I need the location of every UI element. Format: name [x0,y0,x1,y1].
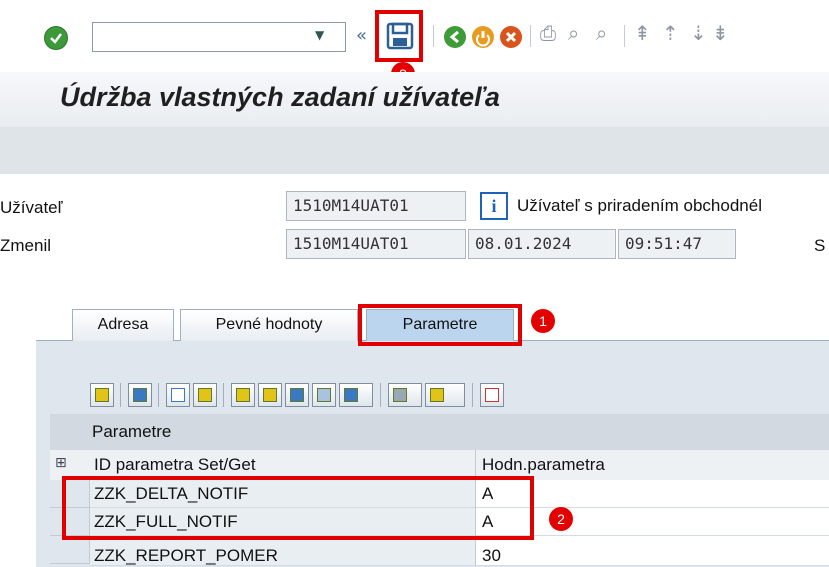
toolbar-separator [120,383,121,407]
layout-icon[interactable] [425,383,465,407]
param-value-cell[interactable]: 30 [482,546,501,566]
find-icon[interactable] [285,383,309,407]
toolbar-separator [380,383,381,407]
first-page-icon[interactable]: ⇞ [634,21,651,45]
changed-by-label: Zmenil [0,236,52,255]
copy-icon[interactable] [166,383,190,407]
step-badge-2: 2 [549,507,573,531]
page-title: Údržba vlastných zadaní užívateľa [60,82,500,112]
select-all-icon[interactable]: ⊞ [55,455,67,471]
refresh-icon[interactable] [128,383,152,407]
paste-icon[interactable] [193,383,217,407]
find-next-icon[interactable]: ⌕ [596,21,607,45]
last-page-icon[interactable]: ⇟ [712,21,729,45]
user-description: Užívateľ s priradením obchodnél [517,196,762,215]
delete-row-icon[interactable] [480,383,504,407]
user-field[interactable]: 1510M14UAT01 [286,191,466,221]
history-chevron-icon[interactable]: « [356,25,367,46]
print-icon[interactable]: ⎙ [540,21,556,45]
exit-icon[interactable] [472,26,494,48]
back-icon[interactable] [444,26,466,48]
toolbar-separator [472,383,473,407]
tab-adresa[interactable]: Adresa [72,309,174,341]
toolbar-separator [158,383,159,407]
row-selector[interactable] [50,536,90,564]
column-header-value[interactable]: Hodn.parametra [482,455,605,475]
cancel-icon[interactable] [500,26,522,48]
filter-icon[interactable] [339,383,373,407]
sort-descending-icon[interactable] [258,383,282,407]
step-badge-1: 1 [531,309,555,333]
toolbar-separator [433,25,434,47]
dropdown-arrow-icon[interactable]: ▼ [315,28,335,46]
info-icon[interactable]: i [480,192,508,220]
details-icon[interactable] [90,383,114,407]
table-row[interactable] [476,536,829,566]
grid-title: Parametre [92,422,172,441]
application-toolbar [0,127,829,174]
command-field[interactable] [92,22,346,52]
sort-ascending-icon[interactable] [231,383,255,407]
rows-highlight-box [62,476,534,540]
find-next-icon[interactable] [312,383,336,407]
toolbar-separator [624,25,625,47]
find-icon[interactable]: ⌕ [568,21,579,45]
param-id-cell[interactable]: ZZK_REPORT_POMER [94,546,278,566]
column-header-id[interactable]: ID parametra Set/Get [94,455,256,475]
previous-page-icon[interactable]: ⇡ [662,21,679,45]
grid-title-bar: Parametre [50,414,829,450]
next-page-icon[interactable]: ⇣ [690,21,707,45]
toolbar-separator [223,383,224,407]
status-label: S [814,236,826,255]
changed-by-field[interactable]: 1510M14UAT01 [286,229,466,259]
tab-pevne-hodnoty[interactable]: Pevné hodnoty [180,309,358,341]
print-icon[interactable] [388,383,422,407]
changed-time-field[interactable]: 09:51:47 [618,229,736,259]
user-label: Užívateľ [0,198,63,217]
toolbar-separator [530,25,531,47]
save-highlight-box [375,10,423,62]
tab-highlight-box [358,304,522,346]
enter-check-icon[interactable] [44,26,68,50]
changed-date-field[interactable]: 08.01.2024 [468,229,616,259]
